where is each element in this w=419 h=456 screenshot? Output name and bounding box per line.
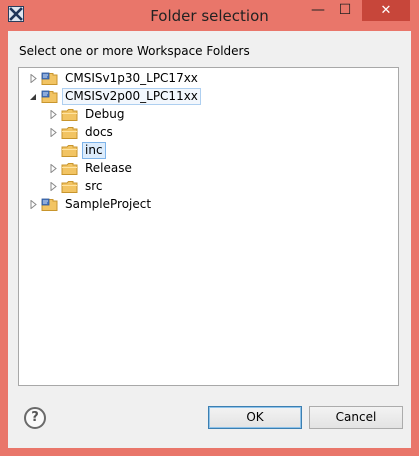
folder-icon <box>61 126 79 140</box>
tree-item-label: SampleProject <box>65 197 152 211</box>
collapsed-arrow-icon[interactable] <box>27 70 39 87</box>
collapsed-arrow-icon[interactable] <box>47 160 59 177</box>
tree-item[interactable]: src <box>47 178 106 195</box>
expanded-arrow-icon[interactable] <box>27 88 39 105</box>
tree-item[interactable]: inc <box>47 142 106 159</box>
cancel-button[interactable]: Cancel <box>309 406 403 429</box>
tree-item[interactable]: CMSISv1p30_LPC17xx <box>27 70 201 87</box>
tree-item[interactable]: Release <box>47 160 135 177</box>
button-bar: ? OK Cancel <box>8 396 411 448</box>
tree-item[interactable]: Debug <box>47 106 127 123</box>
tree-item-label: Release <box>85 161 132 175</box>
project-folder-icon <box>41 90 59 104</box>
tree-item-label: inc <box>82 142 106 159</box>
folder-selection-dialog: Folder selection — ☐ ✕ Select one or mor… <box>0 0 419 456</box>
project-folder-icon <box>41 198 59 212</box>
tree-item[interactable]: CMSISv2p00_LPC11xx <box>27 88 201 105</box>
maximize-button[interactable]: ☐ <box>332 0 358 21</box>
folder-icon <box>61 180 79 194</box>
prompt-label: Select one or more Workspace Folders <box>19 44 250 58</box>
title-bar[interactable]: Folder selection — ☐ ✕ <box>0 0 419 31</box>
tree-item[interactable]: docs <box>47 124 116 141</box>
ok-button[interactable]: OK <box>208 406 302 429</box>
tree-item[interactable]: SampleProject <box>27 196 154 213</box>
collapsed-arrow-icon[interactable] <box>47 178 59 195</box>
dialog-content: Select one or more Workspace Folders CMS… <box>8 31 411 448</box>
tree-item-label: docs <box>85 125 113 139</box>
tree-item-label: Debug <box>85 107 125 121</box>
tree-item-label: CMSISv2p00_LPC11xx <box>62 88 201 105</box>
collapsed-arrow-icon[interactable] <box>47 124 59 141</box>
minimize-button[interactable]: — <box>305 0 331 21</box>
no-expander <box>47 142 59 159</box>
collapsed-arrow-icon[interactable] <box>27 196 39 213</box>
folder-icon <box>61 162 79 176</box>
folder-icon <box>61 144 79 158</box>
folder-tree[interactable]: CMSISv1p30_LPC17xx CMSISv2p00_LPC11xx Debu… <box>18 67 399 386</box>
tree-item-label: CMSISv1p30_LPC17xx <box>65 71 198 85</box>
folder-icon <box>61 108 79 122</box>
collapsed-arrow-icon[interactable] <box>47 106 59 123</box>
close-button[interactable]: ✕ <box>362 0 410 21</box>
tree-item-label: src <box>85 179 103 193</box>
help-icon[interactable]: ? <box>24 407 46 429</box>
project-folder-icon <box>41 72 59 86</box>
